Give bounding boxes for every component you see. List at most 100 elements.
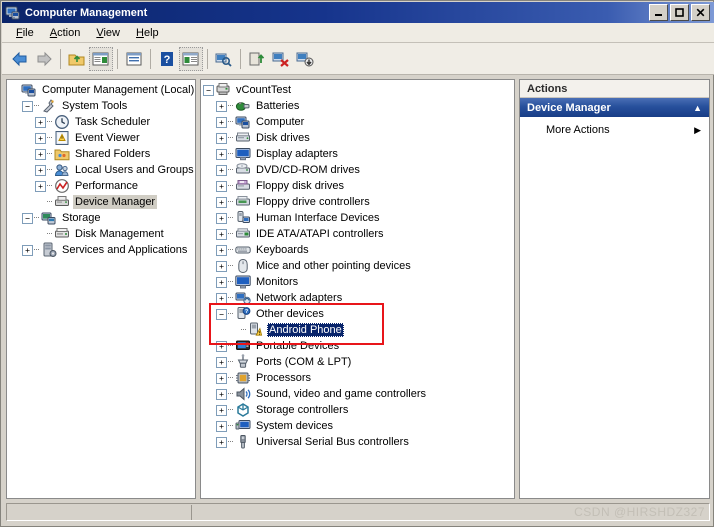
- menu-view[interactable]: View: [88, 25, 128, 41]
- tree-row[interactable]: +System devices: [203, 418, 514, 434]
- tree-toggle-plus[interactable]: +: [216, 261, 227, 272]
- tree-row[interactable]: +Event Viewer: [9, 130, 195, 146]
- tree-row[interactable]: +Storage controllers: [203, 402, 514, 418]
- tree-item-label: Floppy disk drives: [254, 179, 346, 193]
- tree-toggle-plus[interactable]: +: [216, 229, 227, 240]
- tree-row[interactable]: +Mice and other pointing devices: [203, 258, 514, 274]
- tree-toggle-plus[interactable]: +: [216, 389, 227, 400]
- uninstall-device-icon[interactable]: [269, 47, 293, 71]
- tree-row[interactable]: Android Phone: [203, 322, 514, 338]
- tree-toggle-plus[interactable]: +: [216, 277, 227, 288]
- tree-row[interactable]: +Universal Serial Bus controllers: [203, 434, 514, 450]
- console-tree-pane[interactable]: Computer Management (Local)−System Tools…: [6, 79, 196, 499]
- tree-row[interactable]: +Portable Devices: [203, 338, 514, 354]
- menu-file[interactable]: FFileile: [8, 25, 42, 41]
- tree-toggle-plus[interactable]: +: [216, 117, 227, 128]
- tree-toggle-plus[interactable]: +: [216, 341, 227, 352]
- tree-toggle-minus[interactable]: −: [22, 213, 33, 224]
- tree-row[interactable]: +Shared Folders: [9, 146, 195, 162]
- tree-item-label: Sound, video and game controllers: [254, 387, 428, 401]
- chevron-up-icon[interactable]: ▲: [693, 103, 702, 113]
- menu-help[interactable]: Help: [128, 25, 167, 41]
- up-one-level-icon[interactable]: [65, 47, 89, 71]
- tree-toggle-plus[interactable]: +: [35, 133, 46, 144]
- chevron-right-icon: ▶: [694, 125, 701, 136]
- tree-toggle-plus[interactable]: +: [22, 245, 33, 256]
- actions-section-device-manager[interactable]: Device Manager ▲: [520, 98, 709, 117]
- tree-toggle-plus[interactable]: +: [216, 357, 227, 368]
- scan-for-hardware-changes-icon[interactable]: [212, 47, 236, 71]
- tree-connector: [47, 169, 52, 171]
- sound-icon: [235, 386, 251, 402]
- tree-toggle-plus[interactable]: +: [216, 437, 227, 448]
- tree-row[interactable]: +Display adapters: [203, 146, 514, 162]
- help-icon[interactable]: ?: [155, 47, 179, 71]
- tree-row[interactable]: −?Other devices: [203, 306, 514, 322]
- action-more-actions[interactable]: More Actions ▶: [520, 121, 709, 139]
- tree-toggle-plus[interactable]: +: [216, 149, 227, 160]
- tree-item-label: Monitors: [254, 275, 300, 289]
- tree-row[interactable]: −vCountTest: [203, 82, 514, 98]
- tree-row[interactable]: −System Tools: [9, 98, 195, 114]
- tree-row[interactable]: −Storage: [9, 210, 195, 226]
- tree-row[interactable]: +Human Interface Devices: [203, 210, 514, 226]
- disable-device-icon[interactable]: [293, 47, 317, 71]
- tree-row[interactable]: + Sound, video and game controllers: [203, 386, 514, 402]
- tree-row[interactable]: +Ports (COM & LPT): [203, 354, 514, 370]
- tree-row[interactable]: +Services and Applications: [9, 242, 195, 258]
- properties-icon[interactable]: [122, 47, 146, 71]
- tree-row[interactable]: Device Manager: [9, 194, 195, 210]
- storage-icon: [41, 210, 57, 226]
- tree-toggle-plus[interactable]: +: [216, 245, 227, 256]
- tree-toggle-plus[interactable]: +: [216, 133, 227, 144]
- tree-toggle-plus[interactable]: +: [216, 293, 227, 304]
- tree-toggle-plus[interactable]: +: [216, 405, 227, 416]
- tree-toggle-plus[interactable]: +: [35, 117, 46, 128]
- minimize-button[interactable]: [649, 4, 668, 21]
- tree-toggle-minus[interactable]: −: [22, 101, 33, 112]
- tree-toggle-plus[interactable]: +: [216, 181, 227, 192]
- show-hide-action-pane-icon[interactable]: [179, 47, 203, 71]
- menu-action[interactable]: Action: [42, 25, 89, 41]
- tree-row[interactable]: + Floppy disk drives: [203, 178, 514, 194]
- tree-row[interactable]: +Batteries: [203, 98, 514, 114]
- forward-arrow-icon[interactable]: [32, 47, 56, 71]
- tree-row[interactable]: +Task Scheduler: [9, 114, 195, 130]
- tree-toggle-minus[interactable]: −: [203, 85, 214, 96]
- tree-toggle-minus[interactable]: −: [216, 309, 227, 320]
- tree-row[interactable]: +Keyboards: [203, 242, 514, 258]
- tree-row[interactable]: + Floppy drive controllers: [203, 194, 514, 210]
- status-bar-divider: [191, 505, 192, 520]
- close-button[interactable]: [691, 4, 710, 21]
- toolbar-separator: [60, 49, 61, 69]
- tree-toggle-plus[interactable]: +: [216, 165, 227, 176]
- show-hide-console-tree-icon[interactable]: [89, 47, 113, 71]
- tree-item-label: Android Phone: [267, 323, 344, 337]
- back-arrow-icon[interactable]: [8, 47, 32, 71]
- tree-toggle-plus[interactable]: +: [216, 101, 227, 112]
- tree-toggle-plus[interactable]: +: [216, 373, 227, 384]
- tree-row[interactable]: +IDE ATA/ATAPI controllers: [203, 226, 514, 242]
- tree-row[interactable]: +Disk drives: [203, 130, 514, 146]
- device-manager-tree-pane[interactable]: −vCountTest+Batteries+Computer+Disk driv…: [200, 79, 515, 499]
- device-tree: −vCountTest+Batteries+Computer+Disk driv…: [201, 80, 514, 450]
- maximize-button[interactable]: [670, 4, 689, 21]
- tree-toggle-plus[interactable]: +: [216, 197, 227, 208]
- tree-row[interactable]: +DVD/CD-ROM drives: [203, 162, 514, 178]
- tree-row[interactable]: +Computer: [203, 114, 514, 130]
- tree-row[interactable]: Disk Management: [9, 226, 195, 242]
- tree-row[interactable]: +Performance: [9, 178, 195, 194]
- tree-toggle-plus[interactable]: +: [35, 165, 46, 176]
- tree-toggle-plus[interactable]: +: [216, 213, 227, 224]
- tree-toggle-plus[interactable]: +: [35, 181, 46, 192]
- tree-item-label: Floppy drive controllers: [254, 195, 372, 209]
- update-driver-icon[interactable]: [245, 47, 269, 71]
- tree-row[interactable]: + Local Users and Groups: [9, 162, 195, 178]
- tree-row[interactable]: Computer Management (Local): [9, 82, 195, 98]
- tree-item-label: Local Users and Groups: [73, 163, 196, 177]
- tree-row[interactable]: + Monitors: [203, 274, 514, 290]
- tree-row[interactable]: +Network adapters: [203, 290, 514, 306]
- tree-toggle-plus[interactable]: +: [216, 421, 227, 432]
- tree-toggle-plus[interactable]: +: [35, 149, 46, 160]
- tree-row[interactable]: +Processors: [203, 370, 514, 386]
